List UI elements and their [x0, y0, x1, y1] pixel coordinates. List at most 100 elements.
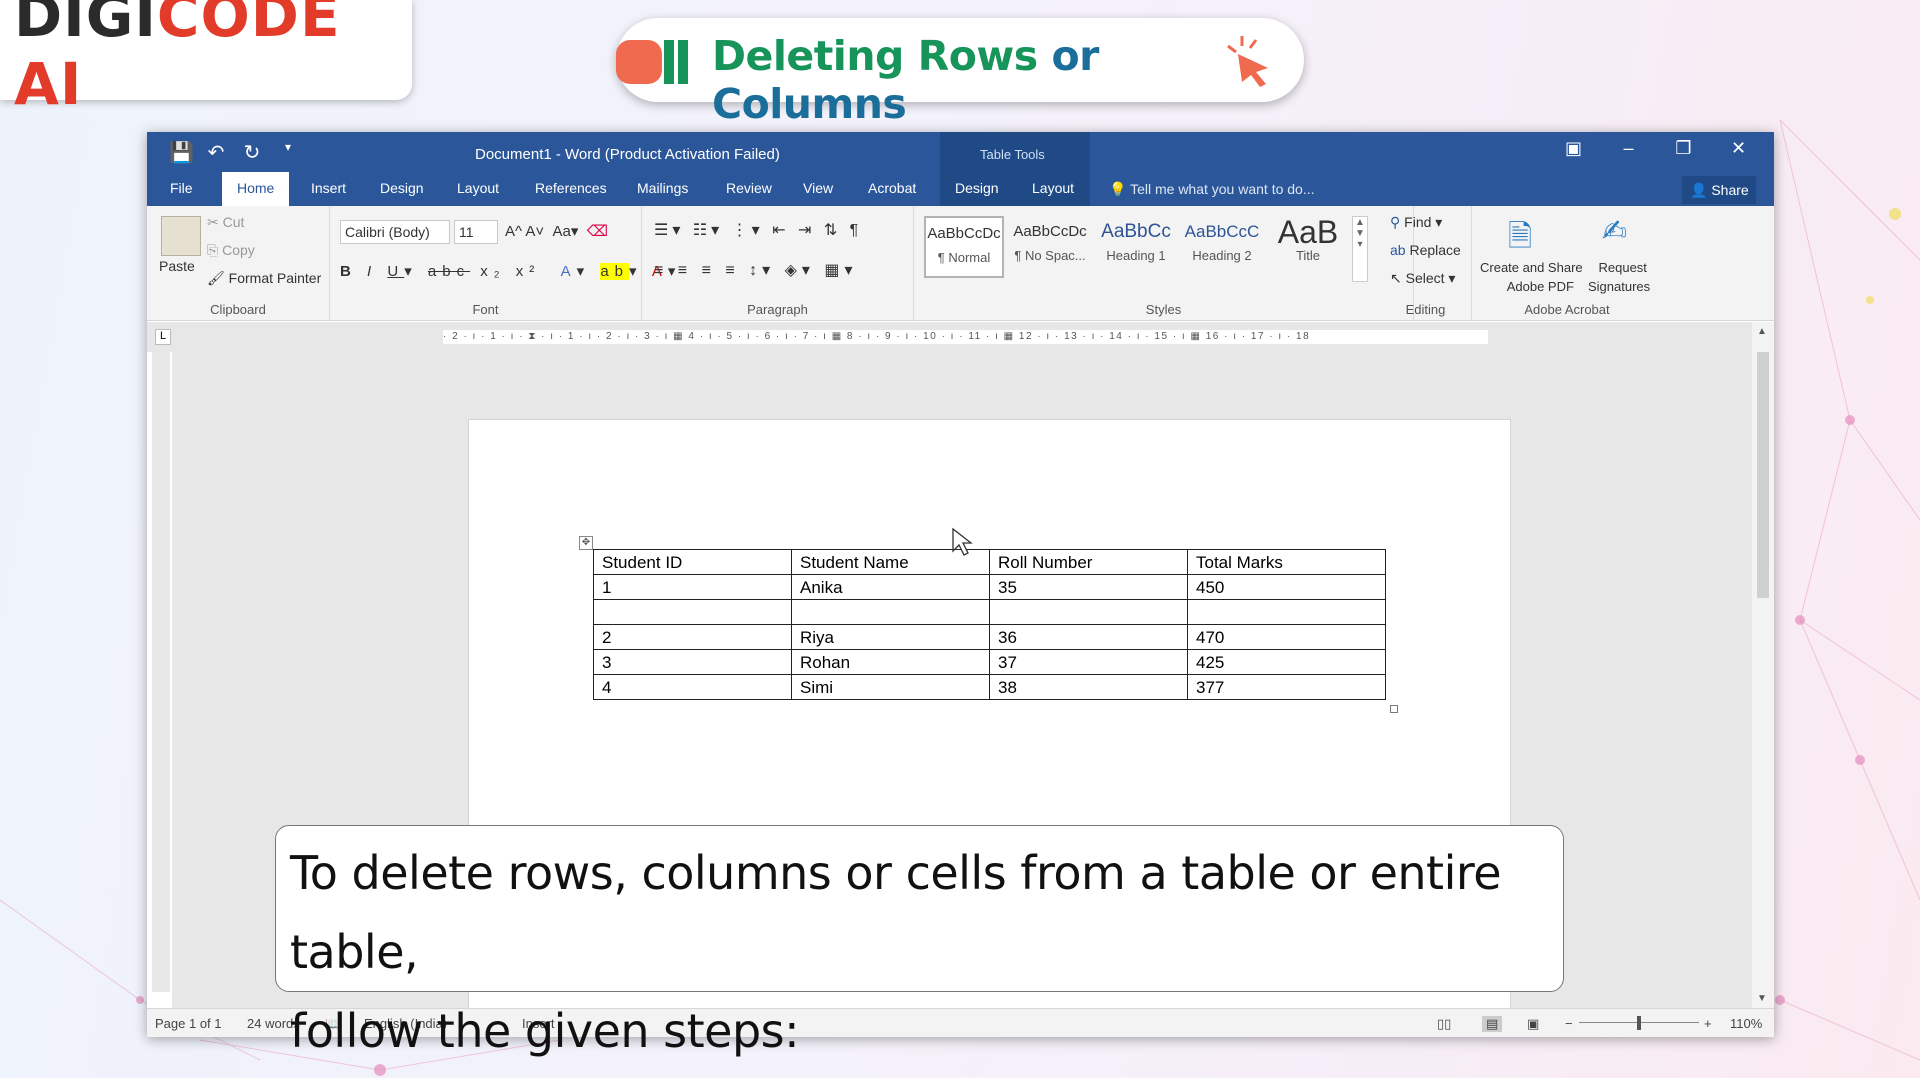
tab-table-design[interactable]: Design: [955, 180, 999, 196]
customize-qat-icon[interactable]: ▾: [277, 140, 299, 165]
tab-references[interactable]: References: [535, 180, 607, 196]
tab-design[interactable]: Design: [380, 180, 424, 196]
request-signatures-button[interactable]: Request Signatures: [1588, 258, 1650, 296]
list-buttons[interactable]: ☰▾ ☷▾ ⋮▾ ⇤ ⇥ ⇅ ¶: [654, 220, 862, 240]
table-cell[interactable]: [1187, 599, 1386, 625]
undo-icon[interactable]: ↶: [205, 140, 227, 165]
styles-scroll[interactable]: ▲ ▼ ▾: [1352, 216, 1368, 282]
instruction-caption: To delete rows, columns or cells from a …: [275, 825, 1564, 1058]
tab-acrobat[interactable]: Acrobat: [868, 180, 916, 196]
tab-layout[interactable]: Layout: [457, 180, 499, 196]
tab-selector-icon[interactable]: L: [155, 329, 171, 345]
table-cell[interactable]: 37: [989, 649, 1188, 675]
style-heading-2[interactable]: AaBbCcC Heading 2: [1182, 216, 1262, 278]
copy-button[interactable]: ⎘ Copy: [207, 242, 255, 259]
table-cell[interactable]: 470: [1187, 624, 1386, 650]
table-header-cell[interactable]: Total Marks: [1187, 549, 1386, 575]
zoom-out-icon[interactable]: −: [1565, 1016, 1573, 1031]
table-header-cell[interactable]: Roll Number: [989, 549, 1188, 575]
create-share-pdf-button[interactable]: Create and Share Adobe PDF: [1480, 258, 1583, 296]
tab-file[interactable]: File: [170, 180, 193, 196]
tab-insert[interactable]: Insert: [311, 180, 346, 196]
share-button[interactable]: 👤 Share: [1682, 176, 1756, 204]
page-count[interactable]: Page 1 of 1: [155, 1016, 222, 1031]
editing-group: ⚲ Find ▾ ab Replace ↖ Select ▾ Editing: [1380, 206, 1472, 321]
tab-mailings[interactable]: Mailings: [637, 180, 688, 196]
cut-label: Cut: [222, 214, 245, 230]
brand-logo: DIGICODE AI: [0, 0, 412, 118]
style-heading-2-name: Heading 2: [1192, 248, 1252, 263]
style-title-preview: AaB: [1277, 214, 1339, 250]
table-cell[interactable]: 450: [1187, 574, 1386, 600]
paste-button[interactable]: Paste: [159, 258, 195, 274]
font-size-select[interactable]: 11: [454, 220, 498, 244]
vertical-scrollbar[interactable]: ▲ ▼: [1752, 322, 1774, 1008]
zoom-slider-thumb[interactable]: [1637, 1016, 1641, 1030]
save-icon[interactable]: 💾: [169, 140, 194, 165]
logo-part-2: CODE: [156, 0, 341, 50]
table-cell[interactable]: 425: [1187, 649, 1386, 675]
tab-home[interactable]: Home: [222, 172, 290, 206]
table-cell[interactable]: [989, 599, 1188, 625]
table-cell[interactable]: 38: [989, 674, 1188, 700]
table-cell[interactable]: 4: [593, 674, 792, 700]
minimize-icon[interactable]: –: [1601, 138, 1656, 159]
table-cell[interactable]: 36: [989, 624, 1188, 650]
replace-button[interactable]: ab Replace: [1390, 242, 1461, 258]
tab-view[interactable]: View: [803, 180, 833, 196]
format-painter-button[interactable]: 🖌 Format Painter: [207, 270, 321, 287]
table-move-handle-icon[interactable]: ✥: [579, 536, 593, 550]
lightbulb-icon: 💡: [1109, 181, 1127, 197]
style-heading-1[interactable]: AaBbCc Heading 1: [1096, 216, 1176, 278]
redo-icon[interactable]: ↻: [241, 140, 263, 165]
tell-me-box[interactable]: 💡 Tell me what you want to do...: [1109, 181, 1315, 198]
table-tools-label: Table Tools: [980, 147, 1045, 162]
table-row: 1 Anika 35 450: [593, 574, 1386, 600]
table-resize-handle-icon[interactable]: [1390, 705, 1398, 713]
adobe-acrobat-group: 🗎 Create and Share Adobe PDF ✍ Request Si…: [1472, 206, 1662, 321]
table-cell[interactable]: 35: [989, 574, 1188, 600]
table-cell[interactable]: 2: [593, 624, 792, 650]
style-no-spacing[interactable]: AaBbCcDc ¶ No Spac...: [1010, 216, 1090, 278]
window-controls: ▣ – ❐ ✕: [1546, 138, 1766, 159]
table-cell[interactable]: [791, 599, 990, 625]
style-title[interactable]: AaB Title: [1268, 216, 1348, 278]
align-buttons[interactable]: ≡ ≡ ≡ ≡ ↕▾ ◈▾ ▦▾: [654, 260, 858, 280]
scroll-up-icon[interactable]: ▲: [1757, 326, 1767, 337]
table-cell[interactable]: 3: [593, 649, 792, 675]
select-button[interactable]: ↖ Select ▾: [1390, 270, 1455, 287]
tab-table-layout[interactable]: Layout: [1032, 180, 1074, 196]
ribbon-display-options-icon[interactable]: ▣: [1546, 138, 1601, 159]
scrollbar-thumb[interactable]: [1757, 352, 1769, 598]
tab-review[interactable]: Review: [726, 180, 772, 196]
cut-button[interactable]: ✂ Cut: [207, 214, 244, 231]
banner-title: Deleting Rows or Columns: [712, 32, 1304, 128]
zoom-in-icon[interactable]: +: [1704, 1016, 1712, 1031]
style-normal[interactable]: AaBbCcDc ¶ Normal: [924, 216, 1004, 278]
bar-chart-icon: [616, 40, 688, 84]
paste-icon[interactable]: [161, 216, 201, 256]
acrobat-group-label: Adobe Acrobat: [1524, 302, 1610, 317]
table-header-cell[interactable]: Student ID: [593, 549, 792, 575]
grow-font-icon[interactable]: A^ A˅ Aa▾ ⌫: [505, 222, 608, 240]
table-cell[interactable]: Simi: [791, 674, 990, 700]
table-cell[interactable]: Riya: [791, 624, 990, 650]
request-label-2: Signatures: [1588, 279, 1651, 294]
close-icon[interactable]: ✕: [1711, 138, 1766, 159]
find-button[interactable]: ⚲ Find ▾: [1390, 214, 1442, 231]
table-cell[interactable]: 377: [1187, 674, 1386, 700]
font-name-select[interactable]: Calibri (Body): [340, 220, 450, 244]
font-format-buttons[interactable]: B I U▾ abc x₂ x² A▾ ab▾ A▾: [340, 262, 681, 280]
vertical-ruler[interactable]: [152, 352, 170, 992]
table-cell[interactable]: 1: [593, 574, 792, 600]
zoom-level[interactable]: 110%: [1730, 1016, 1762, 1031]
table-row: 4 Simi 38 377: [593, 674, 1386, 700]
horizontal-ruler[interactable]: L · 2 · ı · 1 · ı · ⧗ · ı · 1 · ı · 2 · …: [147, 322, 1774, 352]
restore-icon[interactable]: ❐: [1656, 138, 1711, 159]
ruler-scale: · 2 · ı · 1 · ı · ⧗ · ı · 1 · ı · 2 · ı …: [443, 330, 1488, 344]
scroll-down-icon[interactable]: ▼: [1757, 993, 1767, 1004]
student-table[interactable]: Student ID Student Name Roll Number Tota…: [593, 549, 1386, 700]
table-cell[interactable]: Anika: [791, 574, 990, 600]
table-cell[interactable]: Rohan: [791, 649, 990, 675]
table-cell[interactable]: [593, 599, 792, 625]
